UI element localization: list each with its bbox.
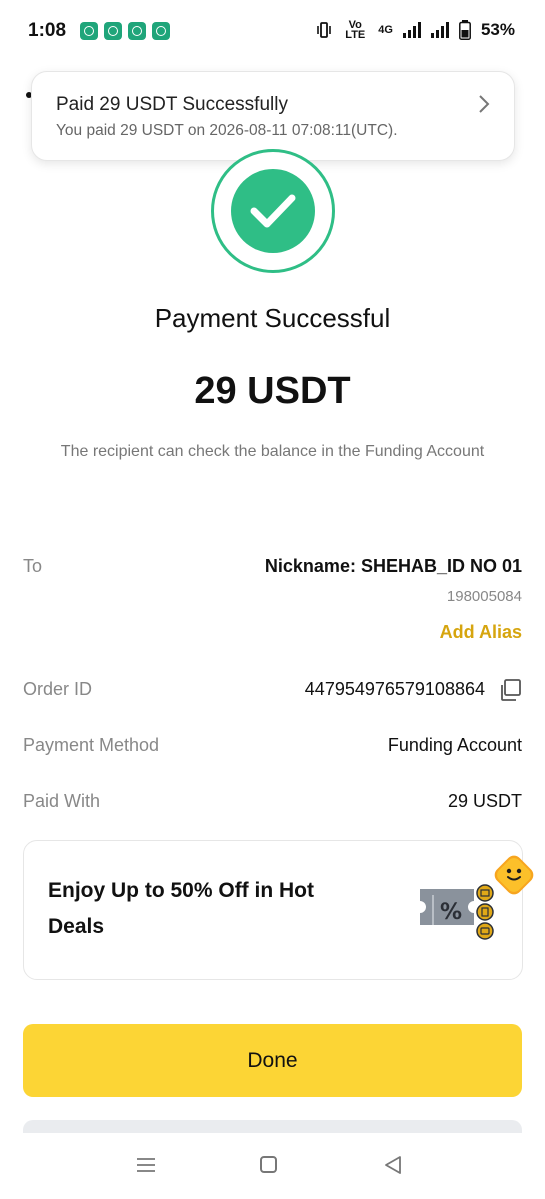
network-4g-label: 4G bbox=[378, 24, 393, 36]
assistant-mascot-icon[interactable] bbox=[492, 853, 536, 897]
order-id-value: 447954976579108864 bbox=[304, 679, 485, 699]
promo-text: Enjoy Up to 50% Off in Hot Deals bbox=[48, 879, 314, 938]
recipient-nickname: Nickname: SHEHAB_ID NO 01 bbox=[264, 556, 522, 576]
check-circle bbox=[231, 169, 315, 253]
home-icon[interactable] bbox=[260, 1156, 277, 1173]
order-id-label: Order ID bbox=[23, 679, 93, 699]
battery-icon bbox=[459, 20, 471, 40]
notification-app-icons bbox=[80, 22, 170, 40]
payment-amount: 29 USDT bbox=[194, 370, 351, 412]
status-bar: 1:08 Vo LTE 4G 53% bbox=[0, 0, 545, 64]
battery-percent: 53% bbox=[480, 20, 515, 39]
notification-title: Paid 29 USDT Successfully bbox=[56, 94, 288, 115]
app-notification-icon bbox=[128, 22, 146, 40]
done-button[interactable]: Done bbox=[23, 1024, 522, 1097]
vibrate-icon bbox=[317, 22, 332, 38]
success-check-icon bbox=[211, 149, 335, 273]
svg-text:%: % bbox=[440, 900, 462, 925]
hot-deals-card[interactable]: Enjoy Up to 50% Off in Hot Deals % bbox=[23, 840, 523, 980]
chevron-right-icon bbox=[478, 94, 490, 120]
recipient-uid: 198005084 bbox=[446, 588, 522, 605]
to-label: To bbox=[23, 556, 43, 576]
paid-with-label: Paid With bbox=[23, 791, 101, 811]
payment-method-label: Payment Method bbox=[23, 735, 160, 755]
system-icons: Vo LTE 4G 53% bbox=[316, 19, 515, 41]
recipient-note: The recipient can check the balance in t… bbox=[60, 443, 485, 460]
copy-icon[interactable] bbox=[498, 678, 522, 702]
payment-status-title: Payment Successful bbox=[154, 303, 391, 333]
volte-label: Vo LTE bbox=[345, 19, 366, 41]
app-notification-icon bbox=[104, 22, 122, 40]
payment-notification[interactable]: Paid 29 USDT Successfully You paid 29 US… bbox=[31, 71, 515, 161]
signal-icon bbox=[402, 22, 421, 38]
signal-icon-2 bbox=[430, 22, 449, 38]
app-notification-icon bbox=[152, 22, 170, 40]
notification-subtitle: You paid 29 USDT on 2026-08-11 07:08:11(… bbox=[56, 122, 398, 139]
app-notification-icon bbox=[80, 22, 98, 40]
status-time: 1:08 bbox=[28, 20, 67, 41]
back-triangle-icon[interactable] bbox=[383, 1155, 403, 1175]
payment-method-value: Funding Account bbox=[387, 735, 522, 755]
add-alias-link[interactable]: Add Alias bbox=[440, 622, 522, 643]
recent-apps-icon[interactable] bbox=[136, 1157, 156, 1173]
paid-with-value: 29 USDT bbox=[447, 791, 522, 811]
system-nav-bar bbox=[0, 1133, 545, 1199]
